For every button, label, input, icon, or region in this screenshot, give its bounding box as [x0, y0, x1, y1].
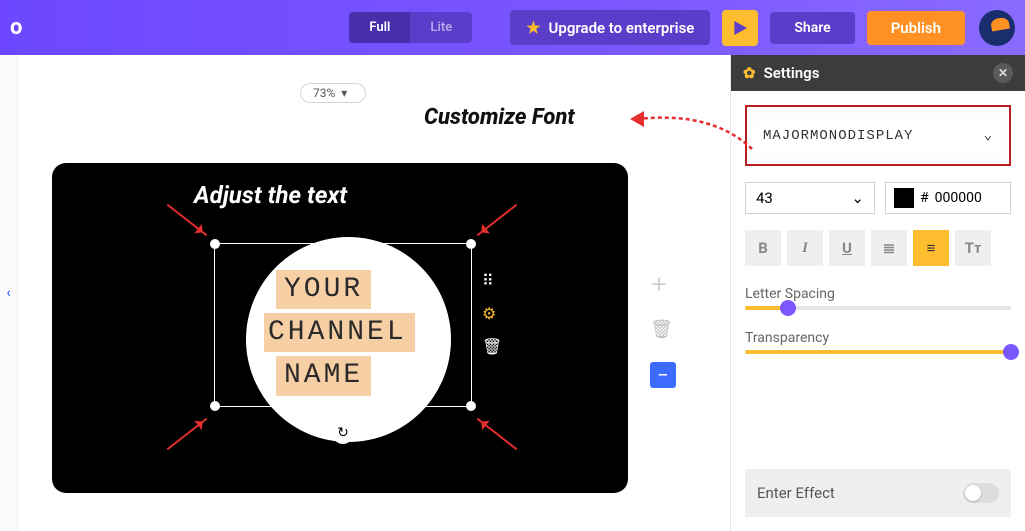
left-sidebar-collapse[interactable]: ‹ — [0, 55, 18, 531]
trash-icon[interactable]: 🗑 — [482, 337, 502, 356]
zoom-value: 73% — [313, 86, 335, 100]
mode-lite-button[interactable]: Lite — [410, 12, 472, 43]
canvas-area: 73% ▾ Customize Font Adjust the text YOU… — [18, 55, 730, 531]
list-button[interactable]: ≣ — [871, 230, 907, 266]
color-swatch — [894, 188, 914, 208]
slider-knob[interactable] — [780, 300, 796, 316]
settings-body: MAJORMONODISPLAY ⌄ 43 ⌄ # 000000 B I U — [731, 91, 1025, 531]
slider-knob[interactable] — [1003, 344, 1019, 360]
zoom-dropdown[interactable]: 73% ▾ — [300, 83, 366, 103]
settings-title: Settings — [764, 64, 820, 82]
font-select-highlight: MAJORMONODISPLAY ⌄ — [745, 105, 1011, 166]
resize-handle-tl[interactable] — [210, 239, 220, 249]
avatar[interactable] — [979, 10, 1015, 46]
resize-handle-br[interactable] — [466, 401, 476, 411]
color-hex: 000000 — [935, 190, 982, 206]
gear-icon[interactable]: ⚙ — [482, 304, 502, 323]
transparency-label: Transparency — [745, 330, 1011, 346]
top-header: o Full Lite ★ Upgrade to enterprise Shar… — [0, 0, 1025, 55]
annotation-arrow-icon — [622, 109, 762, 179]
add-button[interactable]: ＋ — [650, 271, 676, 297]
transparency-slider[interactable] — [745, 350, 1011, 354]
play-button[interactable] — [722, 10, 758, 46]
close-button[interactable]: ✕ — [993, 63, 1013, 83]
transparency-section: Transparency — [745, 326, 1011, 354]
layers-icon[interactable]: ⠿ — [482, 271, 502, 290]
star-icon: ★ — [526, 18, 540, 37]
collapse-button[interactable]: − — [650, 362, 676, 388]
resize-handle-bl[interactable] — [210, 401, 220, 411]
gear-icon: ✿ — [743, 64, 756, 82]
settings-header: ✿ Settings ✕ — [731, 55, 1025, 91]
color-input[interactable]: # 000000 — [885, 182, 1011, 214]
font-family-select[interactable]: MAJORMONODISPLAY ⌄ — [755, 121, 1001, 150]
format-button-row: B I U ≣ ≡ Tᴛ — [745, 230, 1011, 266]
resize-handle-tr[interactable] — [466, 239, 476, 249]
bold-button[interactable]: B — [745, 230, 781, 266]
settings-panel: ✿ Settings ✕ MAJORMONODISPLAY ⌄ 43 ⌄ # 0 — [730, 55, 1025, 531]
publish-button[interactable]: Publish — [867, 11, 965, 45]
chevron-left-icon: ‹ — [6, 285, 10, 301]
upgrade-label: Upgrade to enterprise — [549, 19, 695, 37]
text-case-button[interactable]: Tᴛ — [955, 230, 991, 266]
letter-spacing-section: Letter Spacing — [745, 282, 1011, 310]
adjust-text-label: Adjust the text — [194, 181, 347, 209]
mode-toggle: Full Lite — [349, 12, 472, 43]
rotate-handle[interactable]: ↻ — [332, 422, 354, 444]
chevron-down-icon: ⌄ — [851, 189, 864, 207]
font-size-value: 43 — [756, 189, 773, 207]
font-name: MAJORMONODISPLAY — [763, 128, 913, 144]
align-center-button[interactable]: ≡ — [913, 230, 949, 266]
caret-down-icon: ▾ — [341, 86, 347, 100]
size-color-row: 43 ⌄ # 000000 — [745, 182, 1011, 214]
chevron-down-icon: ⌄ — [984, 127, 993, 144]
share-button[interactable]: Share — [770, 12, 854, 44]
canvas-side-strip: ＋ 🗑 − — [650, 271, 676, 388]
delete-button[interactable]: 🗑 — [650, 319, 676, 340]
hash-label: # — [920, 190, 929, 206]
selection-box[interactable]: ↻ — [214, 243, 472, 407]
slider-track — [788, 306, 1011, 310]
enter-effect-row[interactable]: Enter Effect — [745, 469, 1011, 517]
enter-effect-label: Enter Effect — [757, 484, 835, 502]
mode-full-button[interactable]: Full — [349, 12, 410, 43]
annotation-customize-font: Customize Font — [424, 105, 575, 130]
font-size-select[interactable]: 43 ⌄ — [745, 182, 875, 214]
logo: o — [10, 15, 22, 40]
body-area: ‹ 73% ▾ Customize Font Adjust the text Y… — [0, 55, 1025, 531]
context-toolbar: ⠿ ⚙ 🗑 — [482, 271, 502, 356]
play-icon — [733, 21, 747, 35]
letter-spacing-slider[interactable] — [745, 306, 1011, 310]
effect-toggle[interactable] — [963, 483, 999, 503]
italic-button[interactable]: I — [787, 230, 823, 266]
upgrade-button[interactable]: ★ Upgrade to enterprise — [510, 10, 710, 45]
underline-button[interactable]: U — [829, 230, 865, 266]
